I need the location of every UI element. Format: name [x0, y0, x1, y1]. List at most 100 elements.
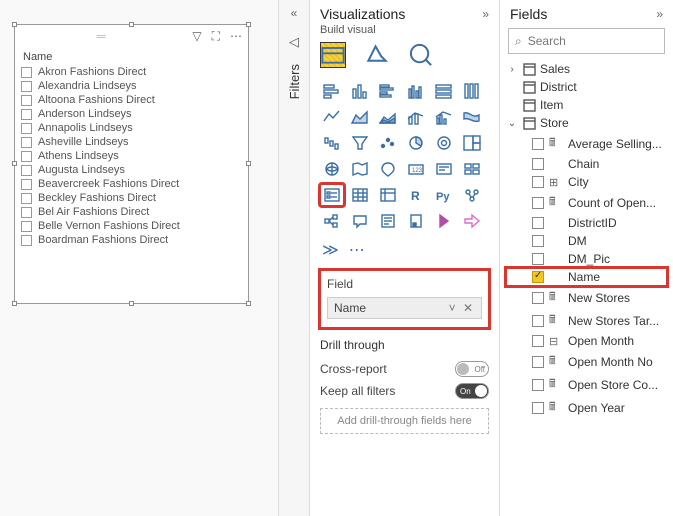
clustered-column-icon[interactable] [404, 80, 428, 102]
checkbox-icon[interactable] [532, 315, 544, 327]
slicer-item[interactable]: Beckley Fashions Direct [21, 191, 242, 205]
treemap-icon[interactable] [460, 132, 484, 154]
hundred-bar-icon[interactable] [432, 80, 456, 102]
table-icon[interactable] [348, 184, 372, 206]
field-districtid[interactable]: DistrictID [506, 214, 667, 232]
slicer-item[interactable]: Asheville Lindseys [21, 135, 242, 149]
checkbox-icon[interactable] [532, 235, 544, 247]
checkbox-icon[interactable] [21, 235, 32, 246]
field-open-year[interactable]: 🖩Open Year [506, 396, 667, 419]
checkbox-icon[interactable] [21, 137, 32, 148]
slicer-item[interactable]: Athens Lindseys [21, 149, 242, 163]
field-name[interactable]: Name [506, 268, 667, 286]
report-canvas[interactable]: ═ ▽ ⛶ ⋯ Name Akron Fashions DirectAlexan… [0, 0, 278, 516]
chevron-down-icon[interactable]: ˅ [449, 301, 458, 315]
field-average-selling-[interactable]: 🖩Average Selling... [506, 132, 667, 155]
table-sales[interactable]: ›Sales [506, 60, 667, 78]
slicer-visual[interactable]: ═ ▽ ⛶ ⋯ Name Akron Fashions DirectAlexan… [14, 24, 249, 304]
clustered-bar-icon[interactable] [376, 80, 400, 102]
checkbox-icon[interactable] [21, 109, 32, 120]
combo-column-line-icon[interactable] [404, 106, 428, 128]
ribbon-chart-icon[interactable] [460, 106, 484, 128]
ellipsis-icon[interactable]: ⋯ [349, 240, 365, 260]
collapse-viz-icon[interactable]: » [482, 7, 489, 21]
build-visual-tab[interactable] [320, 42, 346, 68]
field-city[interactable]: ⊞City [506, 173, 667, 191]
filter-icon[interactable]: ▽ [192, 29, 201, 43]
slicer-item[interactable]: Beavercreek Fashions Direct [21, 177, 242, 191]
drill-through-dropzone[interactable]: Add drill-through fields here [320, 408, 489, 434]
checkbox-icon[interactable] [21, 165, 32, 176]
field-open-store-co-[interactable]: 🖩Open Store Co... [506, 373, 667, 396]
power-automate-icon[interactable] [460, 210, 484, 232]
remove-field-icon[interactable]: ✕ [463, 301, 475, 315]
area-chart-icon[interactable] [348, 106, 372, 128]
checkbox-icon[interactable] [532, 158, 544, 170]
slicer-visual-icon[interactable] [320, 184, 344, 206]
checkbox-icon[interactable] [532, 379, 544, 391]
keep-filters-toggle[interactable]: On [455, 383, 489, 399]
azure-map-icon[interactable] [376, 158, 400, 180]
checkbox-icon[interactable] [21, 179, 32, 190]
map-icon[interactable] [320, 158, 344, 180]
more-icon[interactable]: ⋯ [230, 29, 242, 43]
field-new-stores[interactable]: 🖩New Stores [506, 286, 667, 309]
field-open-month-no[interactable]: 🖩Open Month No [506, 350, 667, 373]
line-chart-icon[interactable] [320, 106, 344, 128]
checkbox-icon[interactable] [532, 138, 544, 150]
field-count-of-open-[interactable]: 🖩Count of Open... [506, 191, 667, 214]
field-new-stores-tar-[interactable]: 🖩New Stores Tar... [506, 309, 667, 332]
python-visual-icon[interactable]: Py [432, 184, 456, 206]
checkbox-icon[interactable] [21, 67, 32, 78]
analytics-tab[interactable] [408, 42, 434, 68]
slicer-item[interactable]: Belle Vernon Fashions Direct [21, 219, 242, 233]
funnel-icon[interactable] [348, 132, 372, 154]
collapse-fields-icon[interactable]: » [656, 7, 663, 21]
table-store[interactable]: ⌄Store [506, 114, 667, 132]
kpi-icon[interactable] [460, 158, 484, 180]
field-open-month[interactable]: ⊟Open Month [506, 332, 667, 350]
slicer-item[interactable]: Alexandria Lindseys [21, 79, 242, 93]
matrix-icon[interactable] [376, 184, 400, 206]
scatter-icon[interactable] [376, 132, 400, 154]
field-chain[interactable]: Chain [506, 155, 667, 173]
checkbox-icon[interactable] [532, 271, 544, 283]
powerapps-icon[interactable] [432, 210, 456, 232]
expand-filters-icon[interactable]: « [291, 6, 298, 20]
stacked-area-icon[interactable] [376, 106, 400, 128]
checkbox-icon[interactable] [532, 402, 544, 414]
hundred-column-icon[interactable] [460, 80, 484, 102]
narrative-icon[interactable] [376, 210, 400, 232]
slicer-item[interactable]: Augusta Lindseys [21, 163, 242, 177]
checkbox-icon[interactable] [532, 356, 544, 368]
checkbox-icon[interactable] [532, 253, 544, 265]
field-pill-name[interactable]: Name ˅ ✕ [327, 297, 482, 319]
checkbox-icon[interactable] [21, 151, 32, 162]
checkbox-icon[interactable] [21, 123, 32, 134]
checkbox-icon[interactable] [532, 176, 544, 188]
checkbox-icon[interactable] [21, 221, 32, 232]
search-input[interactable]: ⌕ Search [508, 28, 665, 54]
checkbox-icon[interactable] [532, 335, 544, 347]
slicer-item[interactable]: Altoona Fashions Direct [21, 93, 242, 107]
waterfall-icon[interactable] [320, 132, 344, 154]
cross-report-toggle[interactable]: Off [455, 361, 489, 377]
slicer-item[interactable]: Akron Fashions Direct [21, 65, 242, 79]
filled-map-icon[interactable] [348, 158, 372, 180]
table-district[interactable]: District [506, 78, 667, 96]
checkbox-icon[interactable] [21, 95, 32, 106]
field-dm-pic[interactable]: DM_Pic [506, 250, 667, 268]
stacked-bar-icon[interactable] [320, 80, 344, 102]
field-dm[interactable]: DM [506, 232, 667, 250]
r-visual-icon[interactable]: R [404, 184, 428, 206]
slicer-item[interactable]: Boardman Fashions Direct [21, 233, 242, 247]
paginated-icon[interactable] [404, 210, 428, 232]
checkbox-icon[interactable] [21, 193, 32, 204]
filters-pane-collapsed[interactable]: « ◁ Filters [278, 0, 310, 516]
combo-clustered-line-icon[interactable] [432, 106, 456, 128]
gauge-icon[interactable]: 123 [404, 158, 428, 180]
table-item[interactable]: Item [506, 96, 667, 114]
card-icon[interactable] [432, 158, 456, 180]
slicer-item[interactable]: Annapolis Lindseys [21, 121, 242, 135]
more-visuals-icon[interactable]: ≫ [322, 240, 339, 260]
